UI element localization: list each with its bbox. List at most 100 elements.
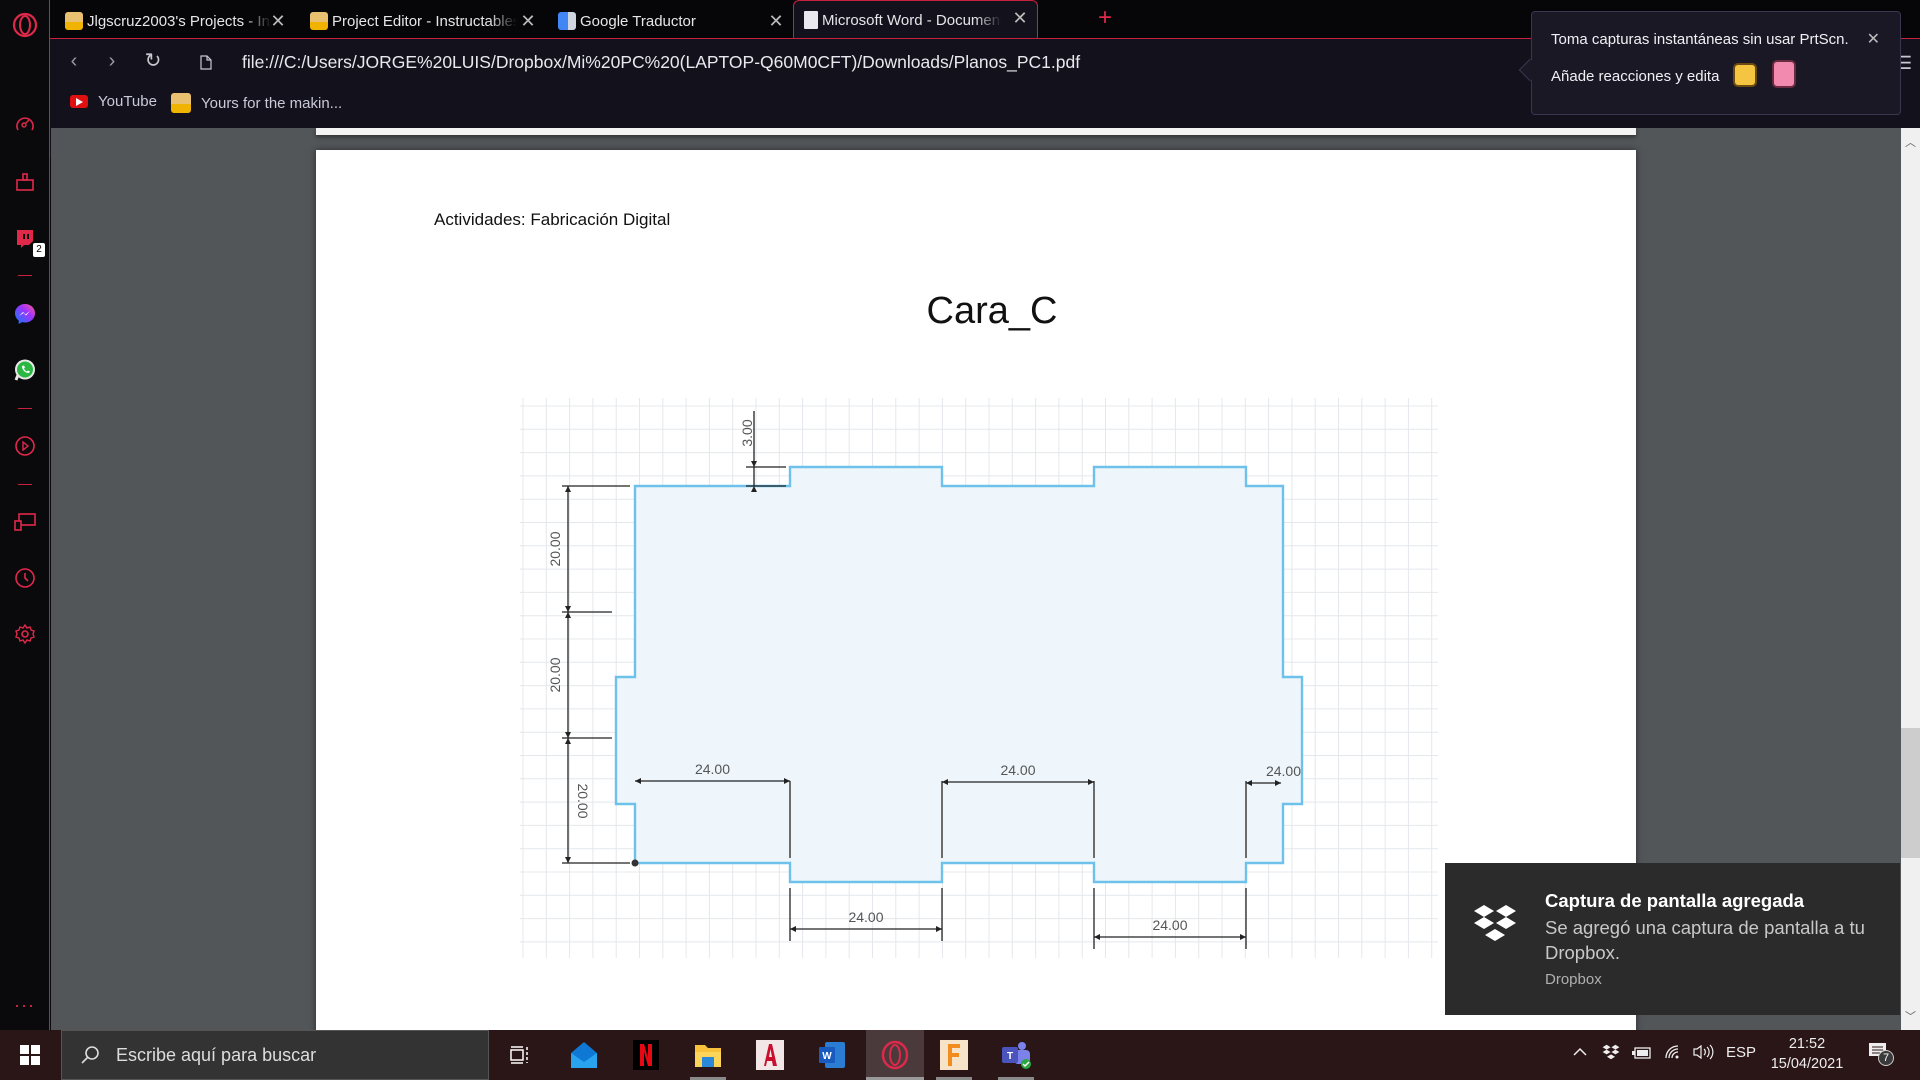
clock-date: 15/04/2021: [1770, 1056, 1844, 1072]
whatsapp-icon[interactable]: [13, 358, 37, 382]
twitch-badge: 2: [33, 243, 45, 257]
volume-icon[interactable]: [1692, 1044, 1714, 1064]
search-placeholder: Escribe aquí para buscar: [116, 1044, 317, 1065]
vertical-scrollbar[interactable]: ︿ ﹀: [1901, 128, 1920, 1030]
dimension-label: 24.00: [1152, 917, 1187, 933]
instructables-robot-icon: [171, 93, 191, 113]
cleaner-icon[interactable]: [13, 170, 37, 194]
windows-logo-icon: [20, 1045, 40, 1065]
dimension-label: 20.00: [575, 783, 591, 818]
dimension-label: 24.00: [1000, 762, 1035, 778]
dimension-arrow: [790, 926, 796, 932]
netflix-app[interactable]: [620, 1030, 672, 1080]
battery-icon[interactable]: [1632, 1046, 1652, 1063]
separator: [18, 408, 32, 409]
tab-project-editor[interactable]: Project Editor - Instructables ✕: [300, 4, 545, 38]
close-tab-icon[interactable]: ✕: [269, 12, 287, 30]
dimension-label: 24.00: [695, 761, 730, 777]
previous-page: [316, 128, 1636, 135]
tab-microsoft-word[interactable]: Microsoft Word - Documento ✕: [793, 0, 1038, 39]
dimension-label: 24.00: [848, 909, 883, 925]
dimension-label: 20.00: [547, 657, 563, 692]
new-tab-button[interactable]: +: [1098, 6, 1112, 30]
toast-title: Captura de pantalla agregada: [1545, 890, 1805, 911]
tab-google-traductor[interactable]: Google Traductor ✕: [548, 4, 793, 38]
separator: [18, 275, 32, 276]
file-explorer-app[interactable]: [682, 1030, 734, 1080]
dropbox-icon: [1474, 905, 1516, 941]
scroll-down-arrow[interactable]: ﹀: [1901, 1008, 1920, 1024]
player-icon[interactable]: [13, 434, 37, 458]
task-view-icon: [510, 1046, 528, 1064]
input-language[interactable]: ESP: [1726, 1044, 1756, 1061]
reload-button[interactable]: ↻: [141, 49, 165, 73]
bookmark-instructables[interactable]: Yours for the makin...: [171, 93, 342, 113]
taskbar-search[interactable]: Escribe aquí para buscar: [61, 1030, 489, 1080]
windows-taskbar: Escribe aquí para buscar W T ESP 21:52 1…: [0, 1030, 1920, 1080]
wifi-icon[interactable]: [1664, 1044, 1682, 1064]
autocad-icon: [756, 1040, 784, 1070]
close-tab-icon[interactable]: ✕: [767, 12, 785, 30]
svg-text:T: T: [1007, 1051, 1013, 1062]
dropbox-toast[interactable]: Captura de pantalla agregada Se agregó u…: [1445, 863, 1900, 1015]
teams-app[interactable]: T: [990, 1030, 1042, 1080]
fusion-360-app[interactable]: [928, 1030, 980, 1080]
close-tab-icon[interactable]: ✕: [519, 12, 537, 30]
autocad-app[interactable]: [744, 1030, 796, 1080]
dimension-label: 3.00: [739, 419, 755, 446]
file-page-icon: [200, 55, 212, 75]
instructables-robot-icon: [65, 12, 83, 30]
document-header: Actividades: Fabricación Digital: [434, 210, 671, 229]
dimension-arrow: [936, 926, 942, 932]
close-tab-icon[interactable]: ✕: [1011, 9, 1029, 27]
bookmark-youtube[interactable]: YouTube: [70, 93, 157, 110]
close-icon[interactable]: ✕: [1867, 29, 1880, 49]
sidebar-more-button[interactable]: ···: [14, 995, 35, 1016]
netflix-icon: [633, 1040, 659, 1070]
teams-icon: T: [1002, 1042, 1031, 1069]
settings-icon[interactable]: [13, 622, 37, 646]
history-icon[interactable]: [13, 566, 37, 590]
youtube-icon: [70, 95, 88, 108]
address-bar[interactable]: file:///C:/Users/JORGE%20LUIS/Dropbox/Mi…: [242, 52, 1080, 73]
task-view-button[interactable]: [494, 1030, 546, 1080]
instructables-robot-icon: [310, 12, 328, 30]
notification-count: 7: [1878, 1050, 1894, 1066]
my-flow-icon[interactable]: [13, 510, 37, 534]
scrollbar-thumb[interactable]: [1901, 728, 1920, 858]
snap-tooltip-line2: Añade reacciones y edita: [1551, 68, 1720, 85]
mail-app[interactable]: [558, 1030, 610, 1080]
show-hidden-icons-chevron-icon[interactable]: [1572, 1044, 1588, 1061]
messenger-icon[interactable]: [13, 302, 37, 326]
word-app[interactable]: W: [806, 1030, 858, 1080]
document-title: Cara_C: [926, 290, 1058, 332]
start-button[interactable]: [0, 1030, 60, 1080]
document-icon: [804, 11, 818, 29]
technical-drawing: 3.00 20.00 20.00 20.00 24.00 24.00 24.00 24.00 2…: [520, 398, 1438, 958]
devil-reaction-icon: [1772, 60, 1796, 88]
action-center-button[interactable]: 7: [1868, 1042, 1894, 1073]
google-translate-icon: [558, 12, 576, 30]
opera-logo-icon[interactable]: [12, 12, 38, 43]
separator: [18, 484, 32, 485]
mail-icon: [571, 1042, 597, 1068]
clock[interactable]: 21:52 15/04/2021: [1762, 1034, 1852, 1074]
scroll-up-arrow[interactable]: ︿: [1901, 134, 1920, 150]
snap-tooltip-line1: Toma capturas instantáneas sin usar PrtS…: [1551, 31, 1849, 48]
forward-button[interactable]: ›: [100, 49, 124, 73]
dimension-label: 24.00: [1266, 763, 1301, 779]
snap-tooltip: Toma capturas instantáneas sin usar PrtS…: [1518, 11, 1901, 115]
opera-app[interactable]: [866, 1030, 924, 1080]
search-icon: [81, 1046, 99, 1064]
tab-instructables-projects[interactable]: Jlgscruz2003's Projects - Instructables …: [55, 4, 295, 38]
dropbox-tray-icon[interactable]: [1602, 1044, 1620, 1064]
folder-icon: [695, 1045, 721, 1067]
word-icon: W: [819, 1042, 845, 1068]
smiley-reaction-icon: [1733, 63, 1757, 87]
speed-dial-icon[interactable]: [13, 112, 37, 136]
origin-point: [631, 859, 639, 867]
dimension-arrow: [1094, 934, 1100, 940]
back-button[interactable]: ‹: [62, 49, 86, 73]
toast-body: Se agregó una captura de pantalla a tu D…: [1545, 917, 1865, 963]
opera-icon: [881, 1040, 909, 1070]
